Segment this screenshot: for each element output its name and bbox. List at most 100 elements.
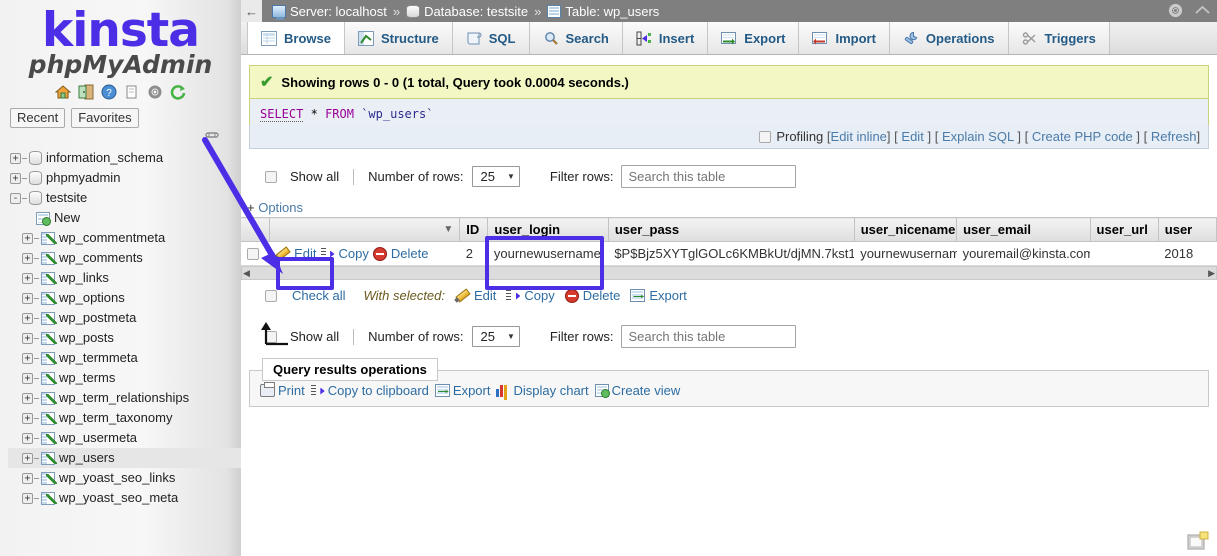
explain-sql-link[interactable]: Explain SQL <box>942 129 1014 144</box>
sidebar-item-information_schema[interactable]: +information_schema <box>8 148 241 168</box>
create-php-code-link[interactable]: Create PHP code <box>1032 129 1133 144</box>
copy-to-clipboard-link[interactable]: Copy to clipboard <box>311 383 429 398</box>
console-icon[interactable] <box>1187 531 1209 551</box>
header-col-user_email[interactable]: user_email <box>957 218 1090 242</box>
breadcrumb-table[interactable]: Table: wp_users <box>547 4 659 19</box>
sidebar-item-wp_term_taxonomy[interactable]: +wp_term_taxonomy <box>8 408 241 428</box>
cell-user_pass[interactable]: $P$Bjz5XYTglGOLc6KMBkUt/djMN.7kst1 <box>608 242 854 266</box>
expand-icon[interactable]: + <box>22 293 33 304</box>
sort-caret-icon[interactable]: ▼ <box>443 224 453 235</box>
expand-icon[interactable]: + <box>10 173 21 184</box>
expand-icon[interactable]: + <box>22 433 33 444</box>
horizontal-scrollbar[interactable]: ◀ ▶ <box>241 266 1217 280</box>
settings-icon[interactable] <box>147 84 163 100</box>
check-all-label[interactable]: Check all <box>292 288 345 303</box>
cell-user_registered[interactable]: 2018 <box>1158 242 1216 266</box>
sidebar-item-phpmyadmin[interactable]: +phpmyadmin <box>8 168 241 188</box>
tab-insert[interactable]: Insert <box>623 22 708 54</box>
bulk-edit-link[interactable]: Edit <box>455 288 496 303</box>
bulk-export-link[interactable]: Export <box>630 288 687 303</box>
expand-icon[interactable]: + <box>22 273 33 284</box>
sidebar-item-wp_postmeta[interactable]: +wp_postmeta <box>8 308 241 328</box>
expand-icon[interactable]: + <box>22 253 33 264</box>
cell-user_email[interactable]: youremail@kinsta.com <box>957 242 1090 266</box>
sql-query-display[interactable]: SELECT * FROM `wp_users` <box>249 99 1209 125</box>
bulk-delete-link[interactable]: Delete <box>565 288 621 303</box>
pin-icon[interactable] <box>205 130 219 139</box>
options-toggle[interactable]: + + OptionsOptions <box>241 200 1217 215</box>
edit-inline-link[interactable]: Edit inline <box>831 129 887 144</box>
show-all-checkbox-bottom[interactable] <box>265 331 277 343</box>
sidebar-item-wp_posts[interactable]: +wp_posts <box>8 328 241 348</box>
header-col-user_login[interactable]: user_login <box>488 218 608 242</box>
number-of-rows-select-top[interactable]: 25 ▼ <box>472 166 520 187</box>
expand-icon[interactable]: + <box>10 153 21 164</box>
tab-export[interactable]: Export <box>708 22 799 54</box>
filter-rows-input-bottom[interactable] <box>621 325 796 348</box>
header-col-user_nicename[interactable]: user_nicename <box>854 218 956 242</box>
sidebar-item-wp_yoast_seo_links[interactable]: +wp_yoast_seo_links <box>8 468 241 488</box>
tab-search[interactable]: Search <box>530 22 623 54</box>
help-icon[interactable]: ? <box>101 84 117 100</box>
docs-icon[interactable] <box>124 84 140 100</box>
expand-icon[interactable]: + <box>22 313 33 324</box>
expand-icon[interactable]: + <box>22 413 33 424</box>
check-all-checkbox[interactable] <box>265 290 277 302</box>
export-link[interactable]: Export <box>435 383 491 398</box>
collapse-icon[interactable] <box>1194 2 1211 19</box>
scroll-left-arrow-icon[interactable]: ◀ <box>243 268 250 279</box>
tab-operations[interactable]: Operations <box>890 22 1009 54</box>
sidebar-item-wp_users[interactable]: +wp_users <box>8 448 241 468</box>
expand-icon[interactable]: + <box>22 393 33 404</box>
refresh-link[interactable]: Refresh <box>1151 129 1197 144</box>
reload-icon[interactable] <box>170 84 186 100</box>
tab-structure[interactable]: Structure <box>345 22 453 54</box>
header-col-user_url[interactable]: user_url <box>1090 218 1158 242</box>
sidebar-item-wp_terms[interactable]: +wp_terms <box>8 368 241 388</box>
back-button[interactable]: ← <box>241 0 262 22</box>
tab-browse[interactable]: Browse <box>247 22 345 54</box>
row-delete-link[interactable]: Delete <box>373 246 429 261</box>
sidebar-item-wp_options[interactable]: +wp_options <box>8 288 241 308</box>
tab-triggers[interactable]: Triggers <box>1009 22 1110 54</box>
header-col-user_pass[interactable]: user_pass <box>608 218 854 242</box>
tab-sql[interactable]: SQL <box>453 22 530 54</box>
home-icon[interactable] <box>55 84 71 100</box>
server-exit-icon[interactable] <box>78 84 94 100</box>
show-all-checkbox-top[interactable] <box>265 171 277 183</box>
expand-icon[interactable]: + <box>22 373 33 384</box>
sidebar-item-New[interactable]: New <box>8 208 241 228</box>
row-checkbox[interactable] <box>247 248 259 260</box>
sidebar-item-wp_commentmeta[interactable]: +wp_commentmeta <box>8 228 241 248</box>
cell-user_nicename[interactable]: yournewusername <box>854 242 956 266</box>
header-col-id[interactable]: ID <box>460 218 488 242</box>
row-edit-link[interactable]: Edit <box>275 246 316 261</box>
bulk-copy-link[interactable]: Copy <box>506 288 554 303</box>
expand-icon[interactable]: + <box>22 473 33 484</box>
expand-icon[interactable]: + <box>22 493 33 504</box>
expand-icon[interactable]: + <box>22 453 33 464</box>
cell-user_url[interactable] <box>1090 242 1158 266</box>
collapse-icon[interactable]: - <box>10 193 21 204</box>
scroll-right-arrow-icon[interactable]: ▶ <box>1208 268 1215 279</box>
sidebar-item-wp_usermeta[interactable]: +wp_usermeta <box>8 428 241 448</box>
breadcrumb-server[interactable]: Server: localhost <box>272 4 387 19</box>
breadcrumb-database[interactable]: Database: testsite <box>406 4 528 19</box>
row-copy-link[interactable]: Copy <box>321 246 369 261</box>
display-chart-link[interactable]: Display chart <box>496 383 588 398</box>
sidebar-item-testsite[interactable]: -testsite <box>8 188 241 208</box>
header-col-user_registered[interactable]: user <box>1158 218 1216 242</box>
expand-icon[interactable]: + <box>22 233 33 244</box>
sidebar-item-wp_comments[interactable]: +wp_comments <box>8 248 241 268</box>
create-view-link[interactable]: Create view <box>595 383 681 398</box>
number-of-rows-select-bottom[interactable]: 25 ▼ <box>472 326 520 347</box>
sidebar-item-wp_termmeta[interactable]: +wp_termmeta <box>8 348 241 368</box>
print-link[interactable]: Print <box>260 383 305 398</box>
expand-icon[interactable]: + <box>22 333 33 344</box>
filter-rows-input-top[interactable] <box>621 165 796 188</box>
tab-import[interactable]: Import <box>799 22 889 54</box>
expand-icon[interactable]: + <box>22 353 33 364</box>
sidebar-item-wp_links[interactable]: +wp_links <box>8 268 241 288</box>
edit-link[interactable]: Edit <box>901 129 923 144</box>
recent-chip[interactable]: Recent <box>10 108 65 128</box>
